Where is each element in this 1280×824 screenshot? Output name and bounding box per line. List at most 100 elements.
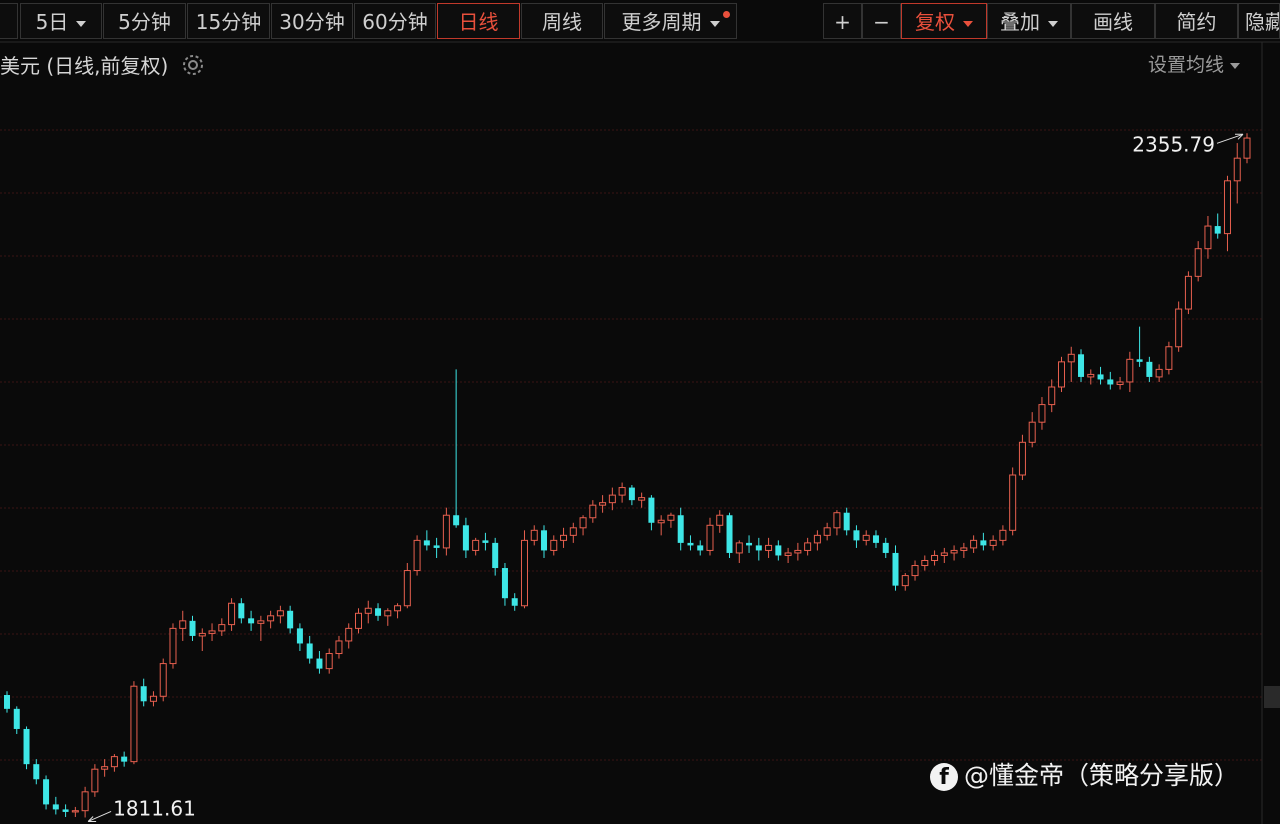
candle-up <box>218 624 226 632</box>
candle-down <box>1146 361 1153 377</box>
candle-down <box>33 764 40 780</box>
candle-up <box>901 575 909 587</box>
candle-up <box>228 602 236 626</box>
chevron-down-icon <box>709 20 720 27</box>
candle-up <box>1155 368 1163 378</box>
candle-down <box>23 728 30 765</box>
more-periods-label: 更多周期 <box>621 10 702 34</box>
candlestick-chart[interactable]: 2355.79 1811.61 <box>0 0 1280 824</box>
candle-up <box>833 512 841 529</box>
candle-down <box>482 540 489 543</box>
candle-up <box>198 632 206 637</box>
candle-down <box>1097 374 1104 380</box>
candle-up <box>1184 275 1192 310</box>
candle-down <box>1136 359 1143 362</box>
candle-down <box>1078 354 1085 377</box>
candle-down <box>423 540 430 546</box>
candle-up <box>579 517 587 529</box>
candle-up <box>1018 441 1026 476</box>
toolbar: 5日 5分钟 15分钟 30分钟 60分钟 日线 周线 更多周期 + − 复权 … <box>0 0 1280 42</box>
candle-up <box>921 559 929 567</box>
candle-up <box>716 514 724 526</box>
candle-down <box>287 610 294 629</box>
candle-up <box>911 565 919 577</box>
candle-up <box>149 695 157 702</box>
candle-up <box>931 554 939 561</box>
candle-up <box>608 494 616 504</box>
candle-down <box>511 598 518 606</box>
low-label: 1811.61 <box>113 796 196 820</box>
candle-down <box>1107 379 1114 385</box>
candle-down <box>248 618 255 624</box>
candle-down <box>882 542 889 553</box>
price-marker-box <box>1264 686 1280 708</box>
candle-up <box>1175 308 1183 348</box>
gear-icon[interactable] <box>181 53 205 82</box>
set-ma-dropdown[interactable]: 设置均线 <box>1148 50 1240 77</box>
candle-up <box>1243 137 1251 159</box>
period-5min-button[interactable]: 5分钟 <box>103 3 186 39</box>
candle-up <box>960 547 968 551</box>
candle-up <box>257 620 265 624</box>
adjust-label: 复权 <box>915 10 955 34</box>
period-15min-button[interactable]: 15分钟 <box>187 3 270 39</box>
chart-header: 美元 (日线,前复权) <box>0 50 205 82</box>
candle-up <box>1067 353 1075 363</box>
candle-down <box>775 545 782 556</box>
candle-up <box>940 552 948 556</box>
candle-up <box>1087 373 1095 378</box>
overlay-dropdown[interactable]: 叠加 <box>987 3 1071 39</box>
candle-up <box>589 504 597 519</box>
period-daily-button[interactable]: 日线 <box>437 3 520 39</box>
candle-up <box>169 627 177 665</box>
candle-down <box>892 552 899 586</box>
candle-down <box>980 540 987 546</box>
period-5d-dropdown[interactable]: 5日 <box>20 3 102 39</box>
candle-up <box>813 534 821 544</box>
candle-up <box>325 653 333 670</box>
candle-down <box>43 779 50 805</box>
candle-down <box>13 708 20 729</box>
candle-up <box>1048 386 1056 406</box>
candle-down <box>687 542 694 546</box>
watermark: f @懂金帝（策略分享版） <box>930 756 1239 792</box>
candle-up <box>989 539 997 546</box>
period-weekly-button[interactable]: 周线 <box>521 3 603 39</box>
period-60min-button[interactable]: 60分钟 <box>354 3 436 39</box>
period-30min-button[interactable]: 30分钟 <box>271 3 353 39</box>
candle-down <box>853 530 860 541</box>
candle-down <box>843 512 850 531</box>
high-label: 2355.79 <box>1132 132 1215 156</box>
more-periods-dropdown[interactable]: 更多周期 <box>604 3 737 39</box>
candle-up <box>267 615 275 622</box>
simple-mode-button[interactable]: 简约 <box>1155 3 1238 39</box>
candle-up <box>91 768 99 793</box>
candle-up <box>81 791 89 812</box>
candle-down <box>189 620 196 636</box>
candle-up <box>472 539 480 551</box>
period-5d-label: 5日 <box>35 10 69 34</box>
candle-down <box>648 497 655 523</box>
candle-up <box>599 502 607 506</box>
candle-up <box>1223 180 1231 235</box>
draw-line-button[interactable]: 画线 <box>1071 3 1155 39</box>
hide-button[interactable]: 隐藏 <box>1238 3 1280 39</box>
candle-up <box>970 539 978 549</box>
zoom-in-button[interactable]: + <box>823 3 862 39</box>
candle-down <box>453 515 460 526</box>
candle-down <box>375 608 382 616</box>
candle-up <box>823 527 831 536</box>
zoom-out-button[interactable]: − <box>862 3 901 39</box>
candle-down <box>316 658 323 669</box>
candle-up <box>1204 225 1212 250</box>
candle-up <box>442 514 450 549</box>
candle-up <box>1165 346 1173 370</box>
candle-up <box>179 620 187 629</box>
candle-up <box>71 810 79 813</box>
candle-up <box>384 610 392 617</box>
candle-up <box>364 607 372 614</box>
overlay-label: 叠加 <box>1000 10 1040 34</box>
candle-down <box>121 756 128 762</box>
adjust-dropdown[interactable]: 复权 <box>901 3 987 39</box>
candle-up <box>862 534 870 541</box>
